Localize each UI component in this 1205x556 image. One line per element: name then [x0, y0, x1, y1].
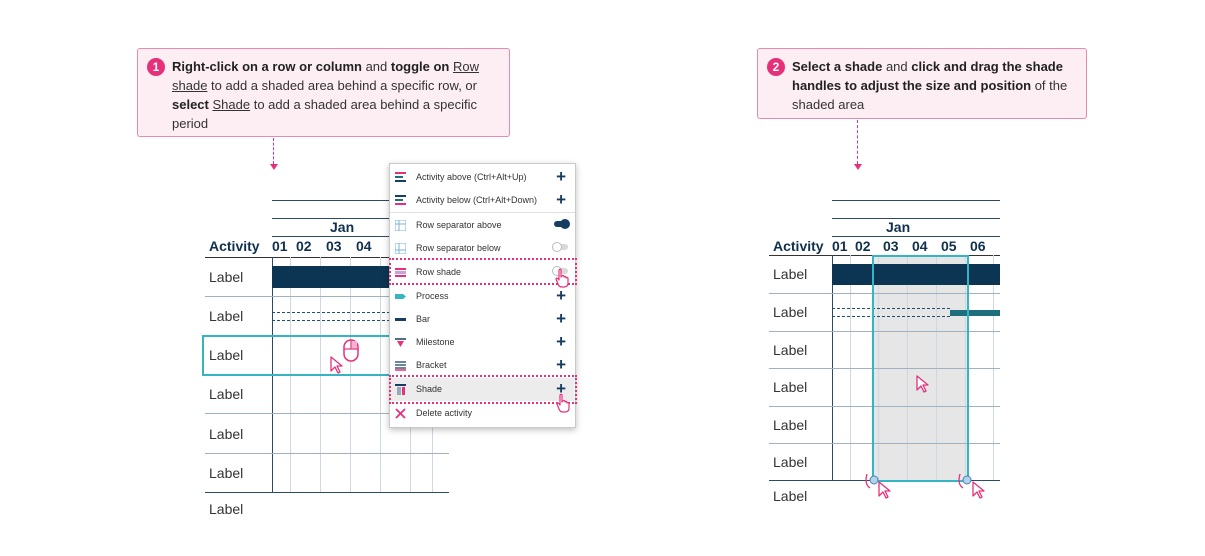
- step-1-callout: 1 Right-click on a row or column and tog…: [137, 48, 510, 137]
- callout-text-segment: to add a shaded area behind a specific r…: [207, 78, 477, 93]
- step-1-number-badge: 1: [147, 58, 165, 76]
- day-header[interactable]: 05: [941, 238, 957, 254]
- dashed-activity-bar[interactable]: [272, 312, 390, 321]
- row-label[interactable]: Label: [773, 379, 807, 395]
- row-separator-above-icon: [395, 220, 406, 231]
- step-2-number-badge: 2: [767, 58, 785, 76]
- callout-text-segment: toggle on: [390, 59, 450, 74]
- row-label[interactable]: Label: [209, 347, 243, 363]
- day-header[interactable]: 03: [326, 238, 342, 254]
- step-1-arrow-icon: [270, 164, 278, 170]
- row-label[interactable]: Label: [209, 426, 243, 442]
- activity-below-icon: [395, 195, 406, 205]
- hand-cursor-icon: [556, 393, 570, 413]
- menu-item-row-separator-above[interactable]: Row separator above: [390, 214, 574, 237]
- row-label[interactable]: Label: [773, 304, 807, 320]
- day-header[interactable]: 04: [912, 238, 928, 254]
- callout-text-segment: select: [172, 97, 209, 112]
- step-2-connector: [857, 120, 858, 164]
- row-label[interactable]: Label: [773, 342, 807, 358]
- milestone-icon: [395, 338, 406, 347]
- step-2-callout: 2 Select a shade and click and drag the …: [757, 48, 1087, 119]
- callout-text-segment: and: [361, 59, 391, 74]
- callout-text-segment: and: [882, 59, 912, 74]
- day-header[interactable]: 02: [296, 238, 312, 254]
- process-icon: [395, 294, 406, 299]
- pointer-cursor-icon: [330, 356, 343, 374]
- menu-item-delete-activity[interactable]: Delete activity: [390, 402, 574, 425]
- row-shade-highlight: [389, 258, 577, 285]
- menu-item-row-separator-below[interactable]: Row separator below: [390, 237, 574, 260]
- shade-highlight: [389, 375, 577, 404]
- day-header[interactable]: 02: [855, 238, 871, 254]
- shade-selection-outline[interactable]: [872, 255, 969, 482]
- day-header[interactable]: 03: [883, 238, 899, 254]
- day-header[interactable]: 01: [272, 238, 288, 254]
- step-1-connector: [273, 138, 274, 164]
- menu-item-milestone[interactable]: Milestone +: [390, 331, 574, 354]
- activity-bar[interactable]: [272, 266, 390, 288]
- day-header[interactable]: 01: [832, 238, 848, 254]
- callout-text-segment: Right-click on a row or column: [172, 59, 362, 74]
- row-label[interactable]: Label: [773, 488, 807, 504]
- month-header: Jan: [886, 219, 911, 235]
- pointer-cursor-icon: [972, 481, 985, 499]
- toggle-on-icon[interactable]: [554, 219, 570, 229]
- menu-item-process[interactable]: Process +: [390, 285, 574, 308]
- activity-above-icon: [395, 172, 406, 182]
- pointer-cursor-icon: [878, 481, 891, 499]
- add-icon[interactable]: +: [556, 190, 566, 210]
- callout-text-segment: Shade: [212, 97, 251, 112]
- delete-icon: [395, 408, 406, 419]
- day-header[interactable]: 06: [970, 238, 986, 254]
- step-1-text: Right-click on a row or column and toggl…: [172, 59, 479, 131]
- add-icon[interactable]: +: [556, 167, 566, 187]
- add-icon[interactable]: +: [556, 332, 566, 352]
- pointer-cursor-icon: [916, 375, 929, 393]
- row-label[interactable]: Label: [209, 465, 243, 481]
- menu-item-bracket[interactable]: Bracket +: [390, 354, 574, 377]
- bar-icon: [395, 318, 406, 321]
- menu-item-bar[interactable]: Bar +: [390, 308, 574, 331]
- month-header: Jan: [330, 219, 355, 235]
- row-label[interactable]: Label: [209, 269, 243, 285]
- row-label[interactable]: Label: [209, 308, 243, 324]
- row-label[interactable]: Label: [773, 266, 807, 282]
- add-icon[interactable]: +: [556, 309, 566, 329]
- step-2-arrow-icon: [854, 164, 862, 170]
- activity-column-header[interactable]: Activity: [773, 238, 824, 254]
- menu-item-activity-above[interactable]: Activity above (Ctrl+Alt+Up) +: [390, 166, 574, 189]
- bracket-icon: [395, 361, 406, 371]
- callout-text-segment: Select a shade: [792, 59, 883, 74]
- row-label[interactable]: Label: [209, 501, 243, 517]
- step-2-text: Select a shade and click and drag the sh…: [792, 59, 1067, 112]
- activity-column-header[interactable]: Activity: [209, 238, 260, 254]
- row-separator-below-icon: [395, 243, 406, 254]
- add-icon[interactable]: +: [556, 355, 566, 375]
- row-label[interactable]: Label: [773, 454, 807, 470]
- day-header[interactable]: 04: [356, 238, 372, 254]
- hand-cursor-icon: [555, 268, 569, 288]
- menu-item-activity-below[interactable]: Activity below (Ctrl+Alt+Down) +: [390, 189, 574, 212]
- toggle-off-icon[interactable]: [552, 242, 568, 252]
- row-label[interactable]: Label: [773, 417, 807, 433]
- row-label[interactable]: Label: [209, 386, 243, 402]
- add-icon[interactable]: +: [556, 286, 566, 306]
